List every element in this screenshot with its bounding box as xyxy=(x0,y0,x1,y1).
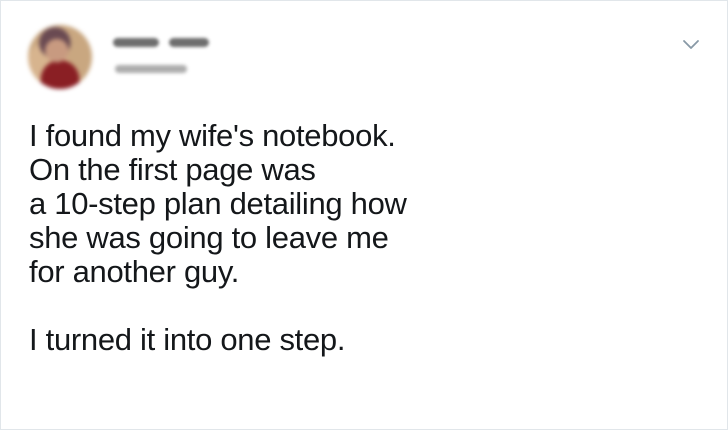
tweet-punchline: I turned it into one step. xyxy=(29,322,346,357)
redacted-name-part xyxy=(169,38,209,47)
tweet-line: a 10-step plan detailing how xyxy=(29,186,407,221)
redacted-name-part xyxy=(113,38,159,47)
tweet-line: she was going to leave me xyxy=(29,220,389,255)
tweet-card: I found my wife's notebook. On the first… xyxy=(0,0,728,430)
chevron-down-icon[interactable] xyxy=(682,39,700,51)
author-handle-redacted[interactable] xyxy=(115,65,187,73)
avatar[interactable] xyxy=(28,25,92,89)
tweet-line: On the first page was xyxy=(29,152,316,187)
author-name-redacted[interactable] xyxy=(113,38,209,47)
tweet-text: I found my wife's notebook. On the first… xyxy=(29,119,709,357)
tweet-line: for another guy. xyxy=(29,254,240,289)
tweet-line: I found my wife's notebook. xyxy=(29,118,396,153)
paragraph-break xyxy=(29,289,709,323)
